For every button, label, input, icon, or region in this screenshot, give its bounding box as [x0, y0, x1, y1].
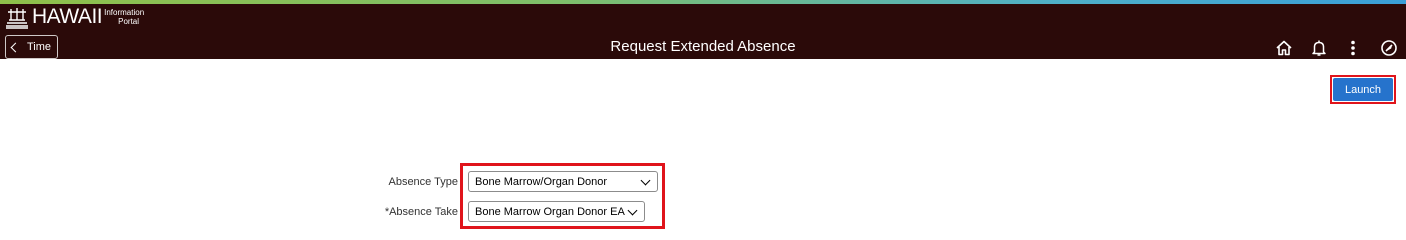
absence-take-value: Bone Marrow Organ Donor EA [475, 205, 625, 218]
chevron-down-icon [627, 205, 638, 216]
chevron-down-icon [640, 175, 651, 186]
hawaii-information-portal-logo[interactable]: HAWAII Information Portal [4, 6, 152, 32]
absence-type-select[interactable]: Bone Marrow/Organ Donor [468, 171, 658, 192]
absence-type-label: Absence Type [388, 176, 458, 188]
launch-button-highlight: Launch [1330, 75, 1396, 104]
more-options-icon[interactable] [1343, 38, 1363, 58]
launch-button[interactable]: Launch [1333, 78, 1393, 101]
state-seal-icon [6, 8, 28, 29]
logo-subtitle-line1: Information [104, 8, 145, 17]
navbar-compass-icon[interactable] [1379, 38, 1399, 58]
logo-subtitle-line2: Portal [118, 17, 140, 26]
back-to-time-button[interactable]: Time [5, 35, 58, 59]
absence-type-value: Bone Marrow/Organ Donor [475, 175, 608, 188]
absence-take-label: *Absence Take [384, 206, 458, 218]
notifications-bell-icon[interactable] [1309, 38, 1329, 58]
absence-take-select[interactable]: Bone Marrow Organ Donor EA [468, 201, 645, 222]
logo-subtitle: Information Portal [104, 8, 152, 26]
home-icon[interactable] [1274, 38, 1294, 58]
logo-title: HAWAII [32, 5, 103, 28]
chevron-left-icon [10, 42, 21, 53]
page-title: Request Extended Absence [610, 38, 796, 55]
header-banner: HAWAII Information Portal Time Request E… [0, 4, 1406, 59]
back-button-label: Time [27, 41, 52, 53]
